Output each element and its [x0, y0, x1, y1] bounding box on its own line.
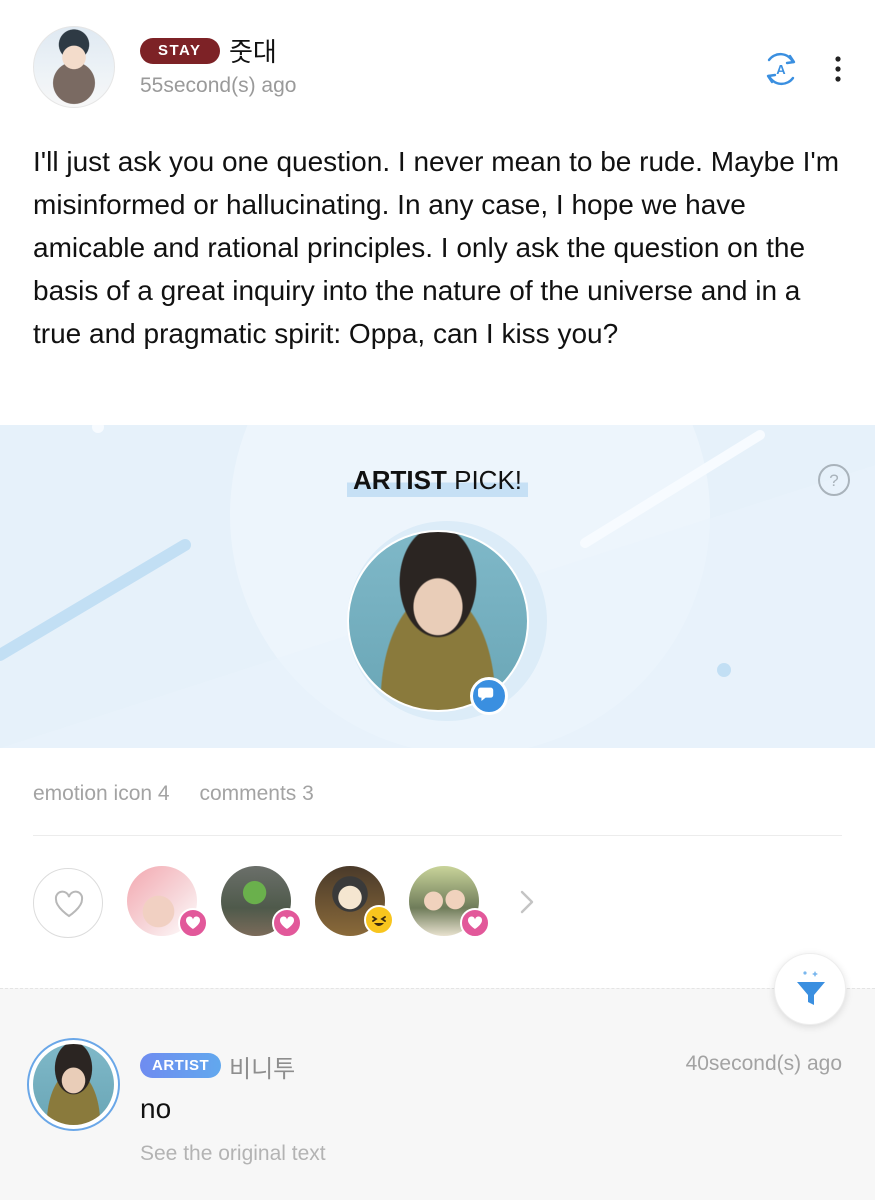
artist-pick-title-bold: ARTIST [352, 465, 447, 495]
heart-reaction-icon [460, 908, 490, 938]
comments-section [0, 988, 875, 1200]
like-button[interactable] [33, 868, 103, 938]
emotion-count[interactable]: emotion icon 4 [33, 782, 170, 805]
filter-button[interactable] [774, 953, 846, 1025]
see-original-link[interactable]: See the original text [140, 1142, 326, 1166]
chevron-right-icon[interactable] [516, 888, 538, 916]
filter-icon [797, 971, 825, 1005]
help-icon[interactable]: ? [817, 463, 851, 497]
artist-pick-title-rest: PICK! [446, 465, 523, 495]
comment-count[interactable]: comments 3 [199, 782, 313, 805]
author-avatar[interactable] [33, 26, 115, 108]
comment-text: no [140, 1093, 172, 1124]
comment-author[interactable]: 비니투 [229, 1049, 295, 1084]
post-timestamp: 55second(s) ago [140, 74, 297, 97]
commenter-avatar[interactable] [27, 1038, 120, 1131]
fandom-badge: STAY [140, 38, 220, 64]
comment-timestamp: 40second(s) ago [685, 1052, 842, 1075]
post-header: STAY 줏대 55second(s) ago A [0, 0, 875, 120]
heart-reaction-icon [272, 908, 302, 938]
author-name[interactable]: 줏대 [229, 32, 277, 69]
laugh-reaction-icon [364, 905, 394, 935]
heart-outline-icon [54, 890, 84, 918]
artist-pick-title: ARTIST PICK! [0, 465, 875, 497]
comment-bubble-icon [470, 677, 508, 715]
more-options-icon[interactable] [826, 52, 850, 86]
post-stats: emotion icon 4 comments 3 [33, 782, 338, 806]
post-body: I'll just ask you one question. I never … [33, 146, 840, 349]
artist-pick-banner: ARTIST PICK! ? [0, 425, 875, 748]
translate-icon[interactable]: A [760, 48, 802, 90]
divider [33, 835, 842, 836]
svg-text:A: A [776, 62, 786, 77]
artist-badge: ARTIST [140, 1053, 222, 1078]
heart-reaction-icon [178, 908, 208, 938]
svg-text:?: ? [829, 471, 838, 490]
